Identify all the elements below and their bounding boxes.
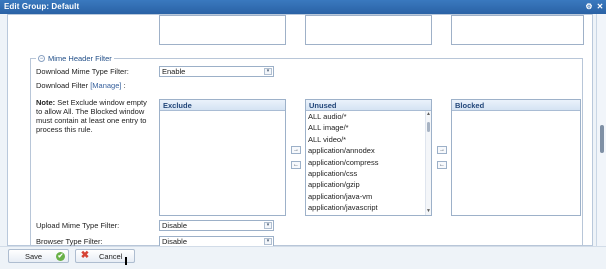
list-item[interactable]: application/css (306, 168, 431, 179)
previous-list-box (159, 15, 286, 45)
section-legend: − Mime Header Filter (36, 54, 114, 63)
exclude-list-header: Exclude (160, 100, 285, 111)
cancel-button-label: Cancel (99, 251, 123, 261)
list-item[interactable]: ALL video/* (306, 134, 431, 145)
settings-icon[interactable]: ⚙ (585, 3, 593, 11)
mime-header-filter-section: − Mime Header Filter Download Mime Type … (30, 54, 583, 246)
unused-list-header: Unused (306, 100, 431, 111)
close-icon: ✖ (80, 250, 90, 261)
exclude-list-body[interactable] (160, 111, 285, 215)
edit-group-window: Edit Group: Default ⚙ ✕ − Mime Header Fi… (0, 0, 606, 269)
window-titlebar: Edit Group: Default ⚙ ✕ (0, 0, 606, 14)
list-item[interactable]: application/gzip (306, 179, 431, 190)
move-right-icon[interactable]: → (437, 146, 447, 154)
chevron-down-icon[interactable]: ▾ (264, 238, 272, 245)
unused-list-scroll-thumb[interactable] (427, 122, 430, 132)
unused-list-scrollbar[interactable]: ▲ ▼ (425, 111, 431, 215)
download-filter-label-row: Download Filter [Manage] : (36, 81, 126, 90)
list-item[interactable]: ALL audio/* (306, 111, 431, 122)
group-settings-panel: − Mime Header Filter Download Mime Type … (7, 14, 593, 246)
download-filter-note: Note: Set Exclude window empty to allow … (36, 98, 154, 134)
blocked-list-header: Blocked (452, 100, 580, 111)
unused-list-body[interactable]: ALL audio/* ALL image/* ALL video/* appl… (306, 111, 431, 215)
list-item[interactable]: application/annodex (306, 145, 431, 156)
previous-section-lists (159, 15, 585, 45)
move-left-icon[interactable]: ← (437, 161, 447, 169)
save-button-label: Save (25, 251, 43, 261)
chevron-down-icon[interactable]: ▾ (264, 222, 272, 229)
manage-link[interactable]: [Manage] (90, 81, 121, 90)
dialog-scroll-thumb[interactable] (600, 125, 604, 153)
blocked-list-body[interactable] (452, 111, 580, 215)
dialog-scrollbar[interactable] (596, 14, 606, 246)
previous-list-box (451, 15, 584, 45)
download-filter-colon: : (123, 81, 126, 90)
list-item[interactable]: ALL image/* (306, 122, 431, 133)
dialog-content-area: − Mime Header Filter Download Mime Type … (0, 14, 606, 246)
exclude-list[interactable]: Exclude (159, 99, 286, 216)
download-filter-label: Download Filter (36, 81, 89, 90)
chevron-down-icon[interactable]: ▾ (264, 68, 272, 75)
download-mime-type-filter-select[interactable]: Enable ▾ (159, 66, 274, 77)
upload-mime-type-filter-value: Disable (162, 221, 188, 230)
collapse-icon[interactable]: − (38, 55, 45, 62)
browser-type-filter-select[interactable]: Disable ▾ (159, 236, 274, 246)
save-button[interactable]: Save ✔ (8, 249, 69, 263)
window-title: Edit Group: Default (4, 2, 80, 11)
upload-mime-type-filter-label: Upload Mime Type Filter: (36, 221, 120, 230)
checkmark-icon: ✔ (56, 252, 65, 261)
dialog-footer: Save ✔ ✖ Cancel (0, 246, 606, 269)
list-item[interactable]: application/compress (306, 157, 431, 168)
browser-type-filter-value: Disable (162, 237, 188, 246)
move-right-icon[interactable]: → (291, 146, 301, 154)
upload-mime-type-filter-select[interactable]: Disable ▾ (159, 220, 274, 231)
browser-type-filter-label: Browser Type Filter: (36, 237, 103, 246)
section-title: Mime Header Filter (48, 54, 112, 63)
mouse-cursor (125, 257, 127, 265)
unused-list[interactable]: Unused ALL audio/* ALL image/* ALL video… (305, 99, 432, 216)
close-icon[interactable]: ✕ (596, 3, 604, 11)
blocked-list[interactable]: Blocked (451, 99, 581, 216)
list-item[interactable]: application/java-vm (306, 191, 431, 202)
list-item[interactable]: application/javascript (306, 202, 431, 213)
scroll-down-icon[interactable]: ▼ (426, 209, 431, 214)
scroll-up-icon[interactable]: ▲ (426, 112, 431, 117)
previous-list-box (305, 15, 432, 45)
download-mime-type-filter-value: Enable (162, 67, 186, 76)
download-mime-type-filter-label: Download Mime Type Filter: (36, 67, 129, 76)
window-controls: ⚙ ✕ (585, 0, 604, 14)
note-title: Note: (36, 98, 56, 107)
move-left-icon[interactable]: ← (291, 161, 301, 169)
